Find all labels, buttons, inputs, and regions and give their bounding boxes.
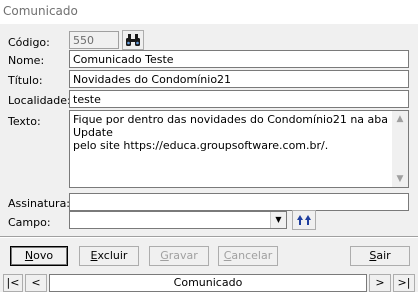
form-panel: Código: 550 Nome: Comunicado Teste Títul…: [0, 24, 418, 292]
binoculars-icon: [126, 34, 140, 46]
search-button[interactable]: [122, 30, 144, 50]
localidade-field[interactable]: teste: [69, 90, 409, 108]
sair-post: air: [376, 249, 391, 262]
texto-textarea[interactable]: Fique por dentro das novidades do Condom…: [69, 110, 409, 188]
cancelar-button[interactable]: Cancelar: [218, 246, 278, 266]
codigo-label: Código:: [8, 36, 50, 49]
campo-label: Campo:: [8, 216, 51, 229]
nav-record-label: Comunicado: [49, 274, 367, 292]
titulo-field[interactable]: Novidades do Condomínio21: [69, 70, 409, 88]
excluir-button[interactable]: Excluir: [79, 246, 139, 266]
codigo-field[interactable]: 550: [69, 31, 119, 49]
sair-button[interactable]: Sair: [350, 246, 410, 266]
nome-field[interactable]: Comunicado Teste: [69, 50, 409, 68]
nav-first-button[interactable]: |<: [3, 274, 23, 292]
nav-next-button[interactable]: >: [369, 274, 391, 292]
nav-last-button[interactable]: >|: [393, 274, 415, 292]
nav-prev-button[interactable]: <: [25, 274, 47, 292]
nome-label: Nome:: [8, 54, 45, 67]
assinatura-field[interactable]: [69, 193, 409, 211]
window-title: Comunicado: [3, 4, 78, 18]
texto-content: Fique por dentro das novidades do Condom…: [73, 113, 388, 152]
novo-key: N: [24, 249, 34, 262]
cancelar-post: ancelar: [231, 249, 273, 262]
campo-select[interactable]: ▼: [69, 211, 287, 229]
chevron-down-icon[interactable]: ▼: [270, 212, 286, 228]
novo-button[interactable]: Novo: [10, 246, 68, 266]
titulo-label: Título:: [8, 74, 43, 87]
gravar-key: G: [160, 249, 169, 262]
assinatura-label: Assinatura:: [8, 197, 71, 210]
texto-label: Texto:: [8, 115, 41, 128]
gravar-button[interactable]: Gravar: [149, 246, 209, 266]
insert-field-button[interactable]: [292, 210, 316, 230]
title-bar: Comunicado: [0, 0, 418, 24]
excluir-post: xcluir: [97, 249, 128, 262]
localidade-label: Localidade:: [8, 94, 71, 107]
novo-post: ovo: [33, 249, 54, 262]
scroll-up-icon[interactable]: ▲: [392, 111, 408, 127]
double-up-arrow-icon: [297, 215, 311, 225]
gravar-post: ravar: [168, 249, 198, 262]
divider: [0, 236, 418, 238]
scroll-down-icon[interactable]: ▼: [392, 171, 408, 187]
texto-scrollbar[interactable]: ▲ ▼: [392, 111, 408, 187]
